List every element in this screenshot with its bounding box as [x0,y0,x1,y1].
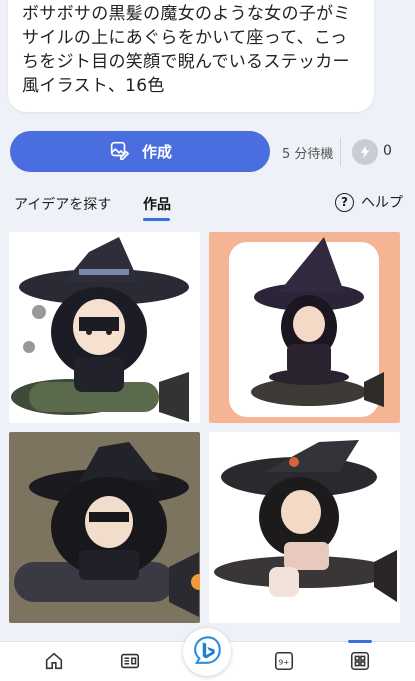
tab-creations[interactable]: 作品 [143,194,171,214]
home-icon [43,652,65,676]
nav-home[interactable] [34,650,74,676]
active-nav-indicator [348,640,372,643]
help-button[interactable]: ? ヘルプ [335,192,403,212]
help-label: ヘルプ [361,195,403,211]
divider [340,138,341,166]
tabs-icon: 9+ [273,651,295,676]
nav-apps[interactable] [340,650,380,676]
create-label: 作成 [141,143,172,161]
create-button[interactable]: 作成 [10,131,270,172]
image-card-2[interactable] [209,232,400,423]
image-card-3[interactable] [9,432,200,623]
image-card-4[interactable] [209,432,400,623]
image-card-1[interactable] [9,232,200,423]
boost-count: 0 [383,143,392,159]
active-tab-indicator [143,218,170,221]
news-icon [119,653,141,676]
image-create-icon [108,139,130,165]
prompt-text[interactable]: ボサボサの黒髪の魔女のような女の子がミサイルの上にあぐらをかいて座って、こっちを… [8,0,374,112]
boost-icon[interactable] [352,139,378,165]
apps-icon [349,651,371,676]
bing-chat-icon [190,633,224,671]
wait-time-text: 5 分待機 [282,147,334,162]
tab-bar: アイデアを探す 作品 ? ヘルプ [0,192,415,222]
help-icon: ? [335,192,354,212]
nav-tabs[interactable]: 9+ [264,650,304,676]
tab-explore-ideas[interactable]: アイデアを探す [14,194,111,214]
bing-chat-button[interactable] [183,628,231,676]
tabs-badge: 9+ [279,658,290,667]
nav-news[interactable] [110,650,150,676]
